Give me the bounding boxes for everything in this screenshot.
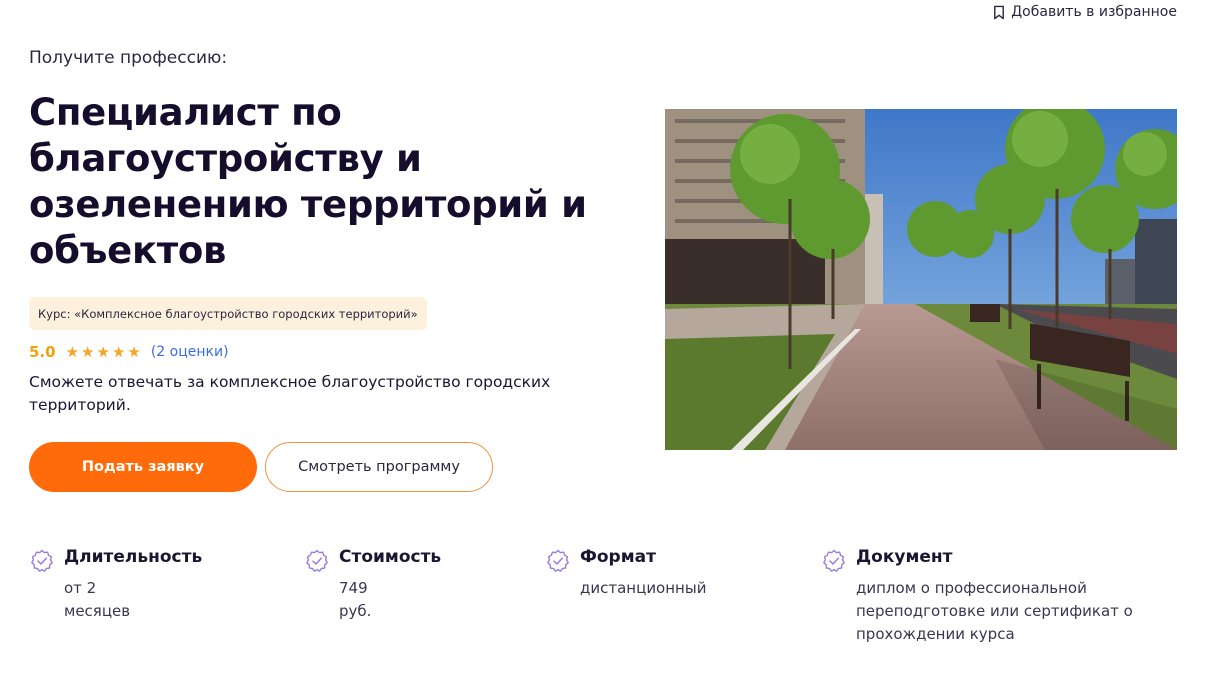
course-badge-label: Курс: «Комплексное благоустройство город… (38, 306, 418, 321)
star-icon: ★ (111, 343, 126, 361)
rating-stars: ★ ★ ★ ★ ★ (66, 343, 141, 361)
verified-badge-icon (306, 549, 328, 572)
feature-value: от 2 месяцев (64, 579, 131, 620)
star-icon: ★ (65, 343, 80, 361)
hero-image (665, 109, 1177, 450)
feature-value: диплом о профессиональной переподготовке… (856, 579, 1133, 643)
course-description: Сможете отвечать за комплексное благоуст… (29, 373, 551, 414)
city-street-photo (665, 109, 1177, 450)
verified-badge-icon (31, 549, 53, 572)
bookmark-icon (994, 5, 1005, 19)
star-icon: ★ (81, 343, 95, 361)
view-program-button[interactable]: Смотреть программу (265, 442, 493, 492)
rating: 5.0 ★ ★ ★ ★ ★ (2 оценки) (29, 343, 229, 361)
feature-value: 749 руб. (339, 579, 372, 620)
apply-button[interactable]: Подать заявку (29, 442, 257, 492)
rating-score: 5.0 (29, 343, 56, 361)
star-icon: ★ (96, 343, 110, 361)
feature-title: Формат (580, 547, 656, 567)
feature-title: Стоимость (339, 547, 442, 567)
course-landing: Добавить в избранное Получите профессию:… (0, 0, 1209, 673)
add-to-favorites-label: Добавить в избранное (1011, 4, 1177, 20)
page-title: Специалист по благоустройству и озеленен… (29, 91, 587, 272)
course-badge: Курс: «Комплексное благоустройство город… (29, 297, 427, 330)
feature-value: дистанционный (580, 579, 707, 597)
verified-badge-icon (823, 549, 845, 572)
feature-title: Документ (856, 547, 953, 567)
verified-badge-icon (547, 549, 569, 572)
rating-count-link[interactable]: (2 оценки) (151, 344, 229, 360)
feature-title: Длительность (64, 547, 203, 567)
star-icon: ★ (127, 343, 141, 361)
add-to-favorites-button[interactable]: Добавить в избранное (992, 4, 1177, 20)
hero-subtitle: Получите профессию: (29, 48, 228, 68)
